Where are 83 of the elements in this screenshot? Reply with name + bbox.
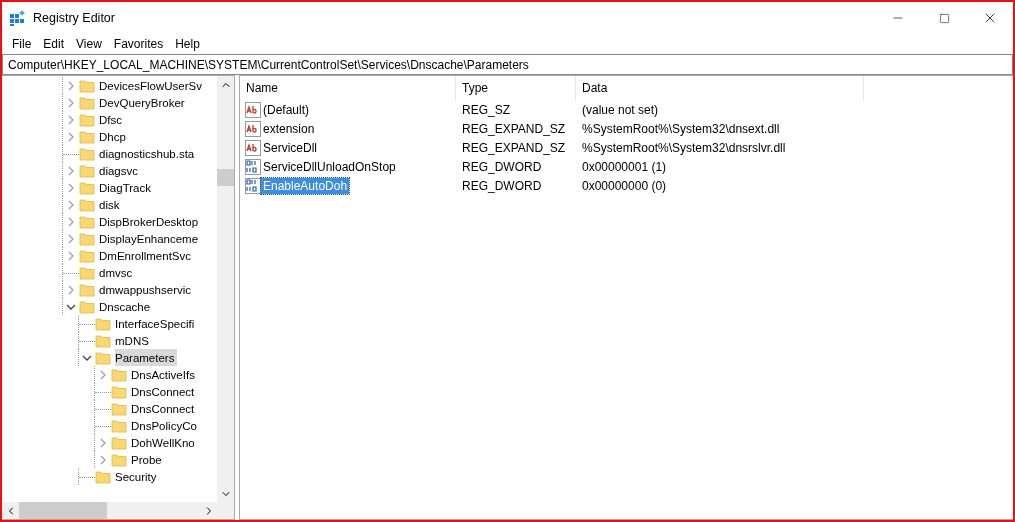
tree-item[interactable]: disk	[99, 196, 123, 213]
menu-item[interactable]: Edit	[37, 36, 71, 51]
type-cell-text: REG_DWORD	[461, 159, 543, 174]
type-cell-text: REG_SZ	[461, 102, 511, 117]
scroll-thumb[interactable]	[19, 502, 107, 519]
folder-icon	[79, 145, 95, 162]
tree-item[interactable]: Dhcp	[99, 128, 129, 145]
tree-item[interactable]: DiagTrack	[99, 179, 154, 196]
tree-item[interactable]: DnsConnect	[131, 400, 198, 417]
folder-icon	[111, 383, 127, 400]
folder-icon	[79, 230, 95, 247]
value-name[interactable]: (Default)	[261, 101, 311, 118]
folder-icon	[79, 111, 95, 128]
horizontal-scrollbar[interactable]	[2, 502, 217, 519]
window-title: Registry Editor	[33, 11, 116, 25]
data-cell-text: 0x00000000 (0)	[581, 178, 668, 193]
tree-item[interactable]: diagsvc	[99, 162, 141, 179]
binary-value-icon	[245, 177, 261, 194]
tree-item[interactable]: mDNS	[115, 332, 152, 349]
folder-icon	[79, 247, 95, 264]
scroll-thumb[interactable]	[217, 169, 234, 186]
folder-icon	[79, 213, 95, 230]
folder-icon	[95, 468, 111, 485]
column-header[interactable]: Data	[576, 76, 864, 100]
string-value-icon	[245, 101, 261, 118]
menu-item[interactable]: View	[70, 36, 108, 51]
folder-icon	[79, 298, 95, 315]
folder-icon	[111, 417, 127, 434]
folder-icon	[79, 162, 95, 179]
folder-icon	[111, 366, 127, 383]
tree-item[interactable]: DnsActiveIfs	[131, 366, 198, 383]
folder-icon	[95, 349, 111, 366]
folder-icon	[79, 264, 95, 281]
data-cell-text: (value not set)	[581, 102, 660, 117]
tree-item[interactable]: DevicesFlowUserSv	[99, 77, 205, 94]
vertical-scrollbar[interactable]	[217, 76, 234, 502]
tree-item[interactable]: DisplayEnhanceme	[99, 230, 202, 247]
tree-item[interactable]: Dnscache	[99, 298, 154, 315]
binary-value-icon	[245, 158, 261, 175]
folder-icon	[79, 281, 95, 298]
folder-icon	[111, 434, 127, 451]
tree-item[interactable]: DnsConnect	[131, 383, 198, 400]
type-cell-text: REG_EXPAND_SZ	[461, 140, 567, 155]
maximize-icon	[938, 12, 950, 24]
folder-icon	[79, 128, 95, 145]
tree-item[interactable]: DispBrokerDesktop	[99, 213, 202, 230]
tree-item[interactable]: diagnosticshub.sta	[99, 145, 198, 162]
menu-item[interactable]: Favorites	[107, 36, 170, 51]
folder-icon	[95, 315, 111, 332]
type-cell-text: REG_EXPAND_SZ	[461, 121, 567, 136]
tree-item[interactable]: InterfaceSpecifi	[115, 315, 198, 332]
folder-icon	[95, 332, 111, 349]
tree-item[interactable]: dmwappushservic	[99, 281, 195, 298]
tree-item[interactable]: DevQueryBroker	[99, 94, 188, 111]
tree-item[interactable]: Parameters	[115, 349, 178, 366]
data-cell-text: %SystemRoot%\System32\dnsrslvr.dll	[581, 140, 787, 155]
column-header[interactable]: Type	[456, 76, 576, 100]
data-cell-text: 0x00000001 (1)	[581, 159, 668, 174]
type-cell-text: REG_DWORD	[461, 178, 543, 193]
value-name[interactable]: ServiceDllUnloadOnStop	[261, 158, 398, 175]
value-name[interactable]: extension	[261, 120, 317, 137]
menu-item[interactable]: File	[6, 36, 38, 51]
folder-icon	[79, 179, 95, 196]
tree-item[interactable]: DnsPolicyCo	[131, 417, 200, 434]
folder-icon	[79, 77, 95, 94]
menu-item[interactable]: Help	[169, 36, 206, 51]
data-cell-text: %SystemRoot%\System32\dnsext.dll	[581, 121, 781, 136]
registry-grid-icon	[10, 10, 26, 26]
folder-icon	[79, 196, 95, 213]
folder-icon	[79, 94, 95, 111]
string-value-icon	[245, 120, 261, 137]
value-name[interactable]: ServiceDll	[261, 139, 319, 156]
folder-icon	[111, 400, 127, 417]
address-bar[interactable]: Computer\HKEY_LOCAL_MACHINE\SYSTEM\CurrentControlSet\Services\Dnscache\Parameters	[2, 54, 1013, 75]
folder-icon	[111, 451, 127, 468]
tree-item[interactable]: Probe	[131, 451, 165, 468]
column-header[interactable]: Name	[240, 76, 456, 100]
tree-item[interactable]: DohWellKno	[131, 434, 198, 451]
tree-item[interactable]: Security	[115, 468, 160, 485]
tree-item[interactable]: DmEnrollmentSvc	[99, 247, 195, 264]
tree-item[interactable]: Dfsc	[99, 111, 125, 128]
tree-item[interactable]: dmvsc	[99, 264, 136, 281]
string-value-icon	[245, 139, 261, 156]
